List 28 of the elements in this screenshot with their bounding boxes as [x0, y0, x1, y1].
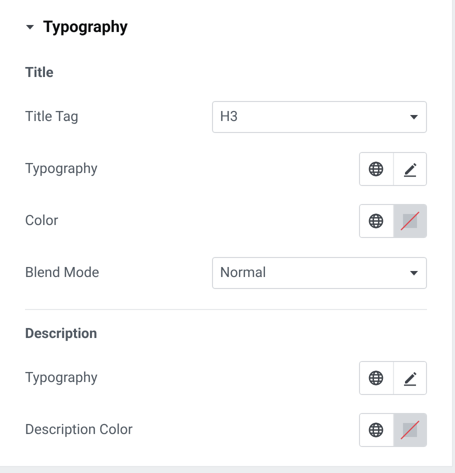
caret-icon — [409, 112, 419, 122]
no-color-icon — [400, 420, 420, 440]
field-label: Typography — [25, 368, 98, 388]
global-button[interactable] — [360, 153, 394, 185]
caret-icon — [25, 22, 35, 32]
globe-icon — [368, 213, 384, 229]
select-field[interactable]: Normal — [212, 257, 427, 289]
section-toggle[interactable]: Typography — [25, 16, 128, 38]
field-label: Title Tag — [25, 108, 78, 126]
field-label: Color — [25, 212, 58, 230]
select-field[interactable]: H3 — [212, 101, 427, 133]
globe-icon — [368, 161, 384, 177]
color-swatch-button[interactable] — [394, 414, 426, 446]
pencil-icon — [402, 161, 418, 177]
global-button[interactable] — [360, 205, 394, 237]
pencil-icon — [402, 370, 418, 386]
section-heading: Title — [25, 64, 54, 82]
globe-icon — [368, 370, 384, 386]
global-button[interactable] — [360, 414, 394, 446]
field-label: Blend Mode — [25, 264, 100, 282]
section-heading: Description — [25, 325, 98, 343]
field-label: Typography — [25, 160, 98, 178]
caret-icon — [409, 268, 419, 278]
field-label: Description Color — [25, 420, 133, 440]
global-button[interactable] — [360, 362, 394, 394]
no-color-icon — [400, 211, 420, 231]
globe-icon — [368, 422, 384, 438]
color-swatch-button[interactable] — [394, 205, 426, 237]
